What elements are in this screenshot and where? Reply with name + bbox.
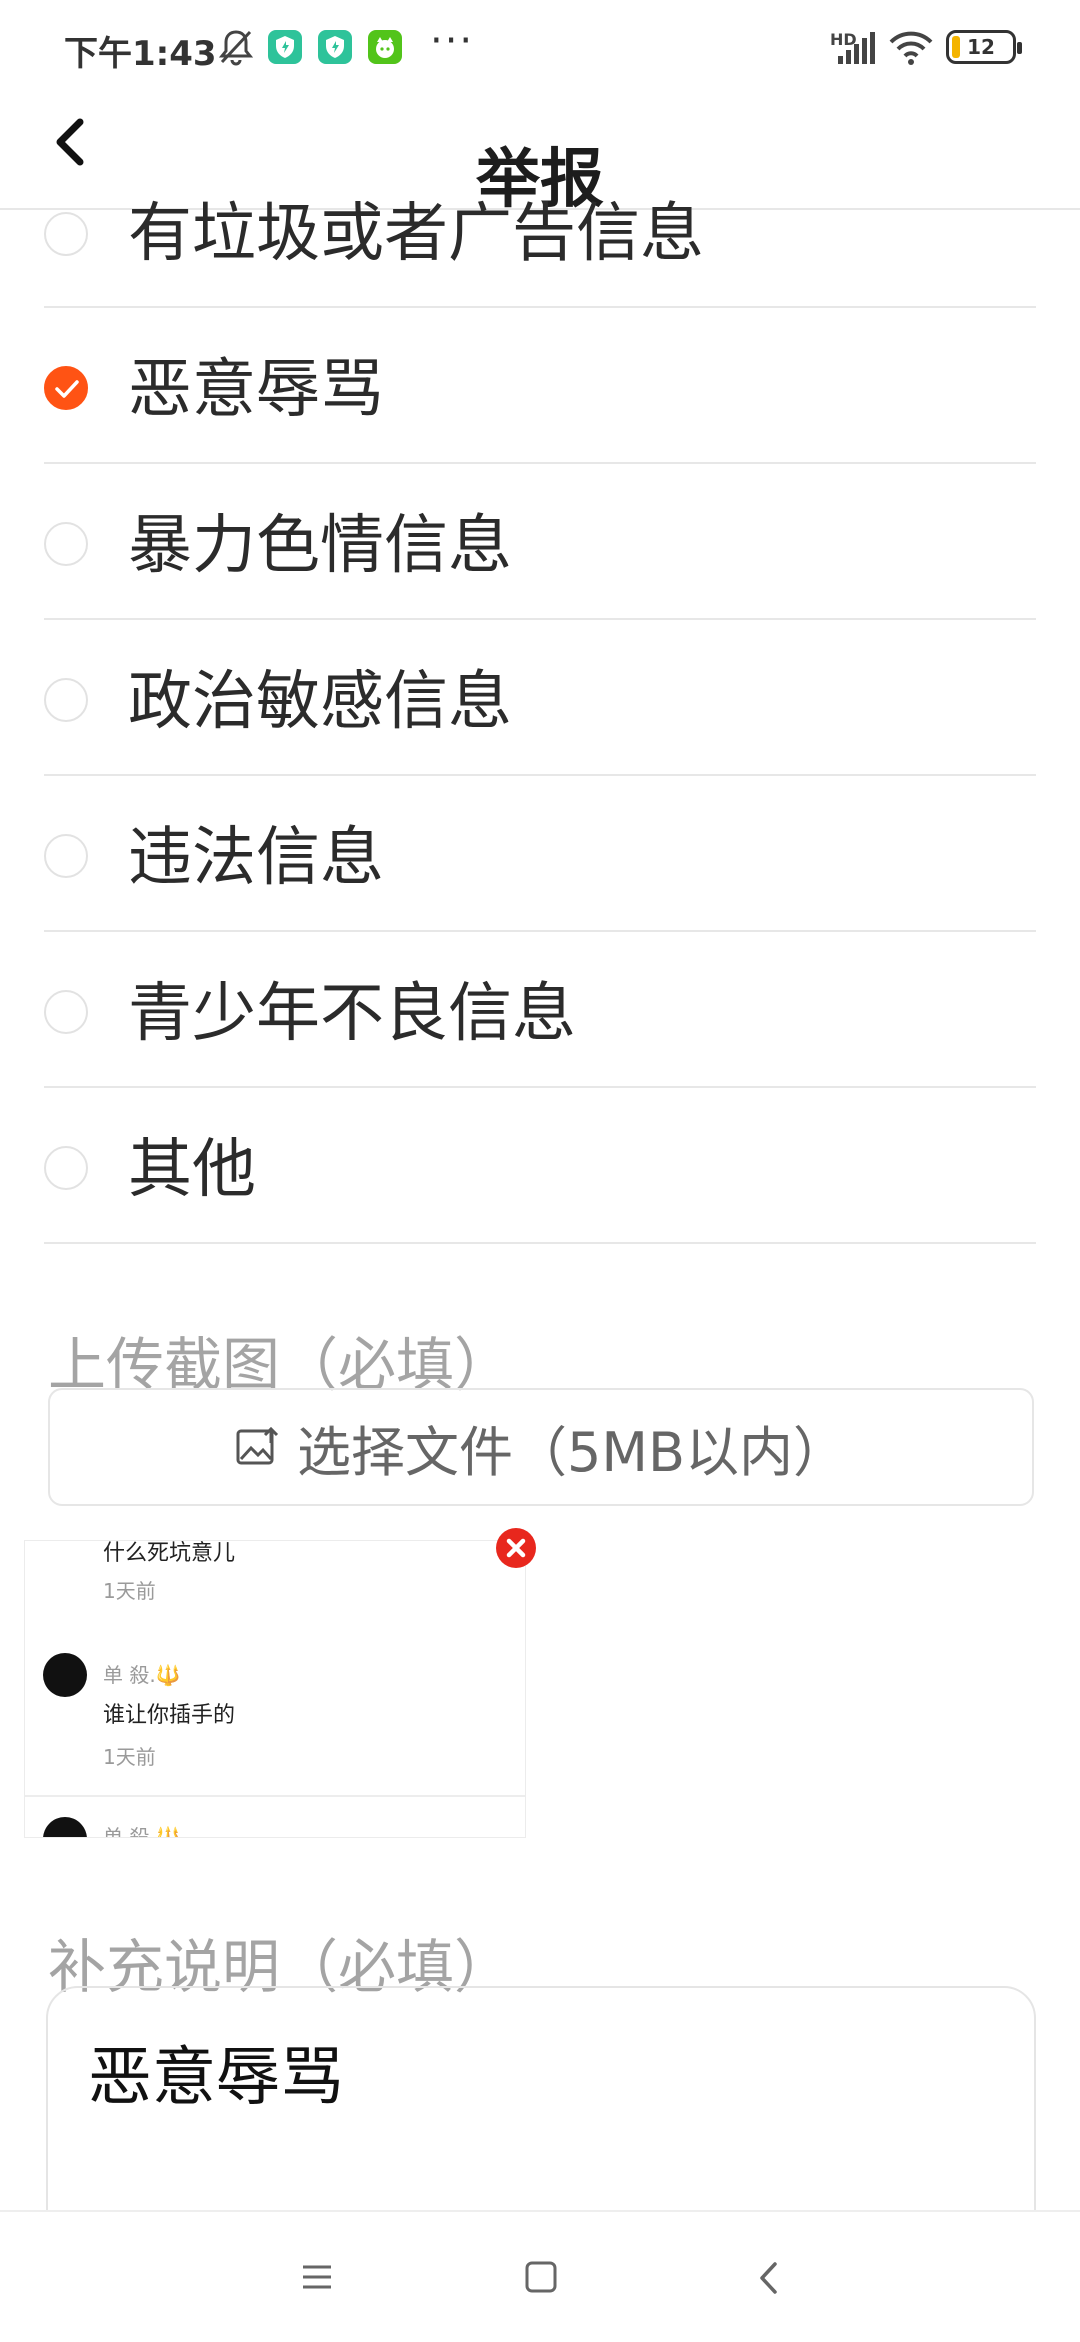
radio-button[interactable] xyxy=(44,834,88,878)
avatar xyxy=(43,1817,87,1837)
uploaded-screenshot-thumbnail[interactable]: 什么死坑意儿 1天前 单 殺.🔱 谁让你插手的 1天前 单 殺.🔱 xyxy=(24,1540,526,1838)
radio-button[interactable] xyxy=(44,990,88,1034)
thumb-comment: 谁让你插手的 xyxy=(103,1703,236,1728)
remove-image-button[interactable] xyxy=(496,1528,536,1568)
security-app-icon xyxy=(318,30,352,64)
battery-icon: 12 xyxy=(946,30,1022,64)
close-icon xyxy=(506,1538,526,1558)
battery-percent: 12 xyxy=(967,35,995,59)
option-label: 青少年不良信息 xyxy=(128,977,576,1051)
shield-app-icon xyxy=(268,30,302,64)
status-time: 下午1:43 xyxy=(64,34,217,74)
radio-button[interactable] xyxy=(44,678,88,722)
option-label: 暴力色情信息 xyxy=(128,509,512,583)
option-label: 有垃圾或者广告信息 xyxy=(128,197,704,271)
radio-button-checked[interactable] xyxy=(44,366,88,410)
check-icon xyxy=(55,380,79,398)
divider xyxy=(25,1795,525,1797)
option-political-sensitive[interactable]: 政治敏感信息 xyxy=(44,618,1036,776)
option-illegal[interactable]: 违法信息 xyxy=(44,774,1036,932)
system-nav-bar xyxy=(0,2210,1080,2342)
thumb-time: 1天前 xyxy=(103,1745,156,1769)
thumb-user: 单 殺.🔱 xyxy=(103,1825,181,1838)
option-violence-porn[interactable]: 暴力色情信息 xyxy=(44,462,1036,620)
option-label: 政治敏感信息 xyxy=(128,665,512,739)
more-notifications-icon: ··· xyxy=(430,18,475,64)
thumb-text: 什么死坑意儿 xyxy=(103,1541,236,1566)
option-malicious-abuse[interactable]: 恶意辱骂 xyxy=(44,306,1036,464)
back-nav-icon[interactable] xyxy=(756,2260,780,2300)
option-label: 恶意辱骂 xyxy=(128,353,384,427)
choose-file-button[interactable]: 选择文件（5MB以内） xyxy=(48,1388,1034,1506)
option-label: 其他 xyxy=(128,1133,256,1207)
option-spam-ads[interactable]: 有垃圾或者广告信息 xyxy=(44,150,1036,308)
radio-button[interactable] xyxy=(44,1146,88,1190)
status-bar: 下午1:43 ··· HD 12 xyxy=(0,0,1080,96)
radio-button[interactable] xyxy=(44,522,88,566)
menu-icon[interactable] xyxy=(300,2260,334,2298)
cat-app-icon xyxy=(368,30,402,64)
description-value: 恶意辱骂 xyxy=(88,2041,344,2115)
choose-file-label: 选择文件（5MB以内） xyxy=(297,1420,847,1484)
option-other[interactable]: 其他 xyxy=(44,1086,1036,1244)
signal-icon xyxy=(836,30,876,70)
radio-button[interactable] xyxy=(44,212,88,256)
thumb-time: 1天前 xyxy=(103,1579,156,1603)
home-icon[interactable] xyxy=(524,2260,558,2298)
option-label: 违法信息 xyxy=(128,821,384,895)
avatar xyxy=(43,1653,87,1697)
option-minors-harmful[interactable]: 青少年不良信息 xyxy=(44,930,1036,1088)
mute-bell-icon xyxy=(218,28,254,70)
battery-level xyxy=(952,36,960,58)
thumb-user: 单 殺.🔱 xyxy=(103,1663,181,1687)
choose-file-content: 选择文件（5MB以内） xyxy=(50,1390,1032,1504)
image-upload-icon xyxy=(236,1427,279,1465)
wifi-icon xyxy=(888,30,934,70)
